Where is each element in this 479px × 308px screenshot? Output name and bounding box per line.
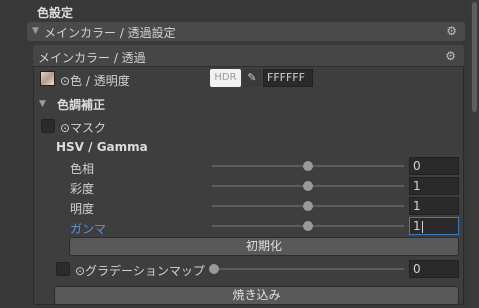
hue-value-field[interactable]: 0 bbox=[409, 157, 459, 175]
brightness-value-field[interactable]: 1 bbox=[409, 197, 459, 215]
mask-texture-slot[interactable] bbox=[41, 119, 55, 133]
hex-color-field[interactable]: FFFFFF bbox=[263, 69, 313, 87]
gamma-value-text: 1 bbox=[413, 219, 421, 233]
brightness-label: 明度 bbox=[70, 202, 95, 216]
panel-gear-icon[interactable]: ⚙ bbox=[445, 49, 456, 63]
bake-button[interactable]: 焼き込み bbox=[54, 286, 459, 305]
hdr-color-swatch[interactable]: HDR bbox=[210, 69, 241, 87]
gradient-map-toggle[interactable] bbox=[56, 262, 70, 276]
panel-title: メインカラー / 透過 bbox=[38, 51, 146, 65]
gradient-map-label: ⊙グラデーションマップ bbox=[75, 264, 205, 278]
scrollbar-thumb[interactable] bbox=[472, 2, 477, 112]
gamma-value-field[interactable]: 1 bbox=[409, 217, 459, 235]
gradient-map-slider-track[interactable] bbox=[212, 268, 404, 270]
gamma-label: ガンマ bbox=[70, 222, 107, 236]
color-correction-arrow-icon[interactable]: ▼ bbox=[39, 99, 46, 109]
hue-slider-handle[interactable] bbox=[303, 161, 313, 171]
hue-label: 色相 bbox=[70, 162, 95, 176]
text-caret bbox=[421, 220, 423, 233]
gradient-map-value-field[interactable]: 0 bbox=[409, 260, 459, 278]
saturation-label: 彩度 bbox=[70, 182, 95, 196]
gradient-map-slider-handle[interactable] bbox=[209, 264, 219, 274]
color-alpha-label: ⊙色 / 透明度 bbox=[60, 74, 130, 88]
color-correction-title[interactable]: 色調補正 bbox=[57, 96, 105, 113]
brightness-slider-handle[interactable] bbox=[303, 201, 313, 211]
main-color-foldout[interactable]: ▼ メインカラー / 透過設定 ⚙ bbox=[27, 22, 465, 41]
eyedropper-icon[interactable]: ✎ bbox=[243, 69, 261, 87]
foldout-label: メインカラー / 透過設定 bbox=[44, 26, 176, 40]
saturation-value-field[interactable]: 1 bbox=[409, 177, 459, 195]
mask-label: ⊙マスク bbox=[60, 121, 107, 135]
gear-icon[interactable]: ⚙ bbox=[446, 24, 457, 38]
gamma-slider-handle[interactable] bbox=[303, 221, 313, 231]
foldout-arrow-icon[interactable]: ▼ bbox=[32, 26, 39, 36]
saturation-slider-handle[interactable] bbox=[303, 181, 313, 191]
hsv-gamma-title: HSV / Gamma bbox=[56, 140, 148, 154]
panel-header: メインカラー / 透過 ⚙ bbox=[33, 45, 464, 67]
texture-thumbnail[interactable] bbox=[40, 71, 55, 86]
reset-button[interactable]: 初期化 bbox=[69, 237, 459, 256]
section-title: 色設定 bbox=[37, 6, 74, 20]
